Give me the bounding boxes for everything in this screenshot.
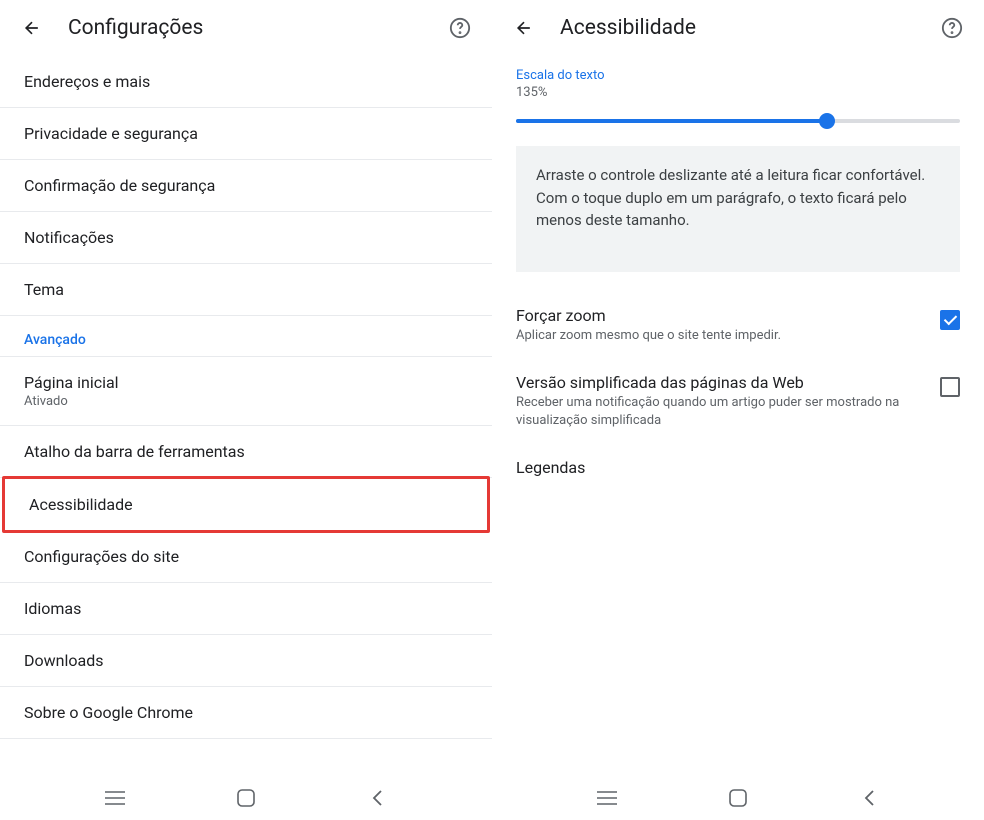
- list-item-label: Notificações: [24, 228, 468, 247]
- list-item-label: Sobre o Google Chrome: [24, 703, 468, 722]
- force-zoom-text: Forçar zoom Aplicar zoom mesmo que o sit…: [516, 306, 924, 345]
- home-button[interactable]: [726, 786, 750, 810]
- back-button[interactable]: [20, 16, 44, 40]
- list-item-site-settings[interactable]: Configurações do site: [0, 531, 492, 583]
- captions-title: Legendas: [516, 458, 585, 477]
- accessibility-header: Acessibilidade: [492, 0, 984, 56]
- list-item-toolbar-shortcut[interactable]: Atalho da barra de ferramentas: [0, 426, 492, 478]
- recents-button[interactable]: [103, 786, 127, 810]
- list-item-downloads[interactable]: Downloads: [0, 635, 492, 687]
- home-icon: [237, 789, 255, 807]
- captions-row[interactable]: Legendas: [492, 444, 984, 491]
- force-zoom-sub: Aplicar zoom mesmo que o site tente impe…: [516, 327, 924, 345]
- list-item-label: Atalho da barra de ferramentas: [24, 442, 468, 461]
- list-item-addresses[interactable]: Endereços e mais: [0, 56, 492, 108]
- list-item-privacy[interactable]: Privacidade e segurança: [0, 108, 492, 160]
- android-navbar: [492, 776, 984, 820]
- list-item-label: Endereços e mais: [24, 72, 468, 91]
- list-item-label: Página inicial: [24, 373, 468, 392]
- back-nav-button[interactable]: [365, 786, 389, 810]
- settings-header: Configurações: [0, 0, 492, 56]
- help-button[interactable]: [940, 16, 964, 40]
- chevron-left-icon: [371, 789, 383, 807]
- accessibility-title: Acessibilidade: [560, 16, 940, 40]
- list-item-homepage[interactable]: Página inicial Ativado: [0, 357, 492, 426]
- list-item-languages[interactable]: Idiomas: [0, 583, 492, 635]
- recents-button[interactable]: [595, 786, 619, 810]
- settings-title: Configurações: [68, 16, 448, 40]
- list-item-label: Configurações do site: [24, 547, 468, 566]
- text-scale-section: Escala do texto 135%: [492, 56, 984, 136]
- settings-screen: Configurações Endereços e mais Privacida…: [0, 0, 492, 820]
- simplified-title: Versão simplificada das páginas da Web: [516, 373, 924, 392]
- list-item-theme[interactable]: Tema: [0, 264, 492, 316]
- force-zoom-row[interactable]: Forçar zoom Aplicar zoom mesmo que o sit…: [492, 292, 984, 359]
- simplified-text: Versão simplificada das páginas da Web R…: [516, 373, 924, 430]
- advanced-section-header: Avançado: [0, 316, 492, 357]
- accessibility-content: Escala do texto 135% Arraste o controle …: [492, 56, 984, 776]
- simplified-row[interactable]: Versão simplificada das páginas da Web R…: [492, 359, 984, 444]
- recents-icon: [597, 791, 617, 805]
- slider-fill: [516, 119, 827, 123]
- list-item-label: Tema: [24, 280, 468, 299]
- settings-list: Endereços e mais Privacidade e segurança…: [0, 56, 492, 776]
- list-item-label: Confirmação de segurança: [24, 176, 468, 195]
- force-zoom-checkbox[interactable]: [940, 310, 960, 330]
- force-zoom-title: Forçar zoom: [516, 306, 924, 325]
- simplified-checkbox[interactable]: [940, 377, 960, 397]
- list-item-about-chrome[interactable]: Sobre o Google Chrome: [0, 687, 492, 739]
- list-item-security-check[interactable]: Confirmação de segurança: [0, 160, 492, 212]
- back-button[interactable]: [512, 16, 536, 40]
- text-scale-info: Arraste o controle deslizante até a leit…: [516, 146, 960, 272]
- back-nav-button[interactable]: [857, 786, 881, 810]
- text-scale-label: Escala do texto: [516, 68, 960, 83]
- chevron-left-icon: [863, 789, 875, 807]
- home-icon: [729, 789, 747, 807]
- list-item-label: Privacidade e segurança: [24, 124, 468, 143]
- help-icon: [449, 17, 471, 39]
- recents-icon: [105, 791, 125, 805]
- slider-thumb[interactable]: [819, 113, 835, 129]
- home-button[interactable]: [234, 786, 258, 810]
- list-item-label: Idiomas: [24, 599, 468, 618]
- help-icon: [941, 17, 963, 39]
- list-item-accessibility[interactable]: Acessibilidade: [2, 476, 490, 533]
- text-scale-slider[interactable]: [516, 106, 960, 136]
- list-item-label: Downloads: [24, 651, 468, 670]
- simplified-sub: Receber uma notificação quando um artigo…: [516, 394, 924, 430]
- text-scale-value: 135%: [516, 85, 960, 100]
- arrow-left-icon: [22, 18, 42, 38]
- help-button[interactable]: [448, 16, 472, 40]
- arrow-left-icon: [514, 18, 534, 38]
- list-item-notifications[interactable]: Notificações: [0, 212, 492, 264]
- list-item-label: Acessibilidade: [29, 495, 463, 514]
- android-navbar: [0, 776, 492, 820]
- accessibility-screen: Acessibilidade Escala do texto 135% Arra…: [492, 0, 984, 820]
- list-item-sublabel: Ativado: [24, 394, 468, 409]
